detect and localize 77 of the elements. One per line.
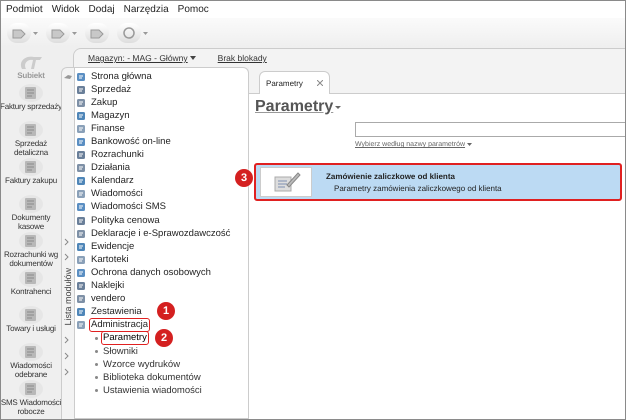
caret-icon	[190, 56, 196, 60]
module-item[interactable]: Deklaracje i e-Sprawozdawczość	[90, 228, 232, 240]
document-icon	[19, 158, 43, 176]
callout-badge: 3	[235, 169, 253, 187]
module-item[interactable]: Bankowość on-line	[90, 136, 172, 148]
caret-icon	[335, 106, 342, 108]
sidebar-button[interactable]: Faktury sprzedaży	[1, 84, 61, 121]
module-item[interactable]: Strona główna	[90, 70, 153, 83]
tab[interactable]: Parametry	[259, 71, 330, 94]
document-icon	[19, 343, 43, 361]
module-item[interactable]: Zestawienia	[90, 306, 143, 318]
document-icon	[19, 380, 43, 398]
submodule-item[interactable]: Parametry	[102, 332, 148, 344]
submodule-item[interactable]: Ustawienia wiadomości	[102, 384, 203, 397]
module-item[interactable]: Działania	[90, 162, 132, 174]
module-item[interactable]: Administracja	[90, 319, 150, 332]
toolbar-icon	[51, 27, 65, 39]
sidebar-button[interactable]: Dokumenty kasowe	[1, 195, 61, 232]
module-item[interactable]: Finanse	[90, 122, 126, 135]
menu-item[interactable]: Podmiot	[6, 4, 43, 15]
close-icon[interactable]	[316, 80, 323, 86]
module-item[interactable]: Wiadomości SMS	[90, 201, 167, 214]
sidebar-button[interactable]: Rozrachunki wg dokumentów	[1, 232, 61, 269]
bullet-icon	[95, 350, 98, 354]
callout-badge: 2	[155, 328, 173, 347]
app-logo-text: Subiekt	[17, 71, 45, 80]
submodule-item[interactable]: Słowniki	[102, 346, 139, 358]
page-title[interactable]: Parametry	[255, 98, 342, 116]
document-icon	[19, 306, 43, 324]
lock-link[interactable]: Brak blokady	[218, 53, 267, 63]
document-icon	[19, 269, 43, 287]
pin-icon	[64, 74, 72, 80]
sidebar-button[interactable]: Wiadomości odebrane	[1, 343, 61, 380]
bullet-icon	[95, 376, 98, 380]
module-item[interactable]: Naklejki	[90, 280, 126, 292]
caret-icon	[33, 32, 38, 34]
sidebar-button[interactable]: Towary i usługi	[1, 306, 61, 343]
module-item[interactable]: Kalendarz	[90, 175, 135, 188]
sidebar-button[interactable]: Sprzedaż detaliczna	[1, 121, 61, 158]
caret-icon	[143, 32, 148, 34]
toolbar-icon	[90, 27, 104, 39]
document-icon	[19, 84, 43, 102]
sidebar-button[interactable]: SMS Wiadomości robocze	[1, 380, 61, 417]
parameter-item[interactable]: Zamówienie zaliczkowe od klienta Parametry zamówienia zaliczkowego od klienta	[255, 164, 621, 200]
caret-icon	[467, 143, 472, 146]
module-item[interactable]: Wiadomości	[90, 188, 144, 200]
menu-item[interactable]: Pomoc	[178, 4, 209, 15]
caret-icon	[72, 32, 77, 34]
document-icon	[19, 121, 43, 139]
menu-item[interactable]: Narzędzia	[124, 4, 169, 15]
warehouse-link[interactable]: Magazyn: - MAG - Główny	[88, 53, 196, 63]
callout-badge: 1	[157, 302, 175, 320]
module-item[interactable]: Polityka cenowa	[90, 214, 161, 227]
module-item[interactable]: Kartoteki	[90, 254, 130, 266]
bullet-icon	[95, 363, 98, 366]
bullet-icon	[95, 389, 98, 392]
panel-title: Lista modułów	[62, 268, 74, 326]
sidebar-button[interactable]: Kontrahenci	[1, 269, 61, 306]
toolbar-icon	[122, 27, 136, 39]
logo-icon	[18, 55, 44, 71]
toolbar-icon	[12, 27, 26, 39]
submodule-item[interactable]: Wzorce wydruków	[102, 358, 182, 371]
bullet-icon	[95, 336, 98, 340]
menu-item[interactable]: Widok	[52, 4, 80, 15]
document-icon	[19, 195, 43, 213]
module-item[interactable]: Rozrachunki	[90, 149, 145, 162]
module-item[interactable]: Zakup	[90, 96, 118, 109]
document-icon	[19, 232, 43, 250]
module-item[interactable]: Ochrona danych osobowych	[90, 266, 212, 279]
search-field[interactable]	[355, 122, 625, 137]
module-item[interactable]: Ewidencje	[90, 240, 136, 253]
menu-item[interactable]: Dodaj	[88, 4, 115, 15]
submodule-item[interactable]: Biblioteka dokumentów	[102, 372, 202, 384]
module-item[interactable]: Magazyn	[90, 110, 131, 122]
sidebar-button[interactable]: Faktury zakupu	[1, 158, 61, 195]
module-item[interactable]: vendero	[90, 293, 126, 306]
module-item[interactable]: Sprzedaż	[90, 84, 132, 96]
